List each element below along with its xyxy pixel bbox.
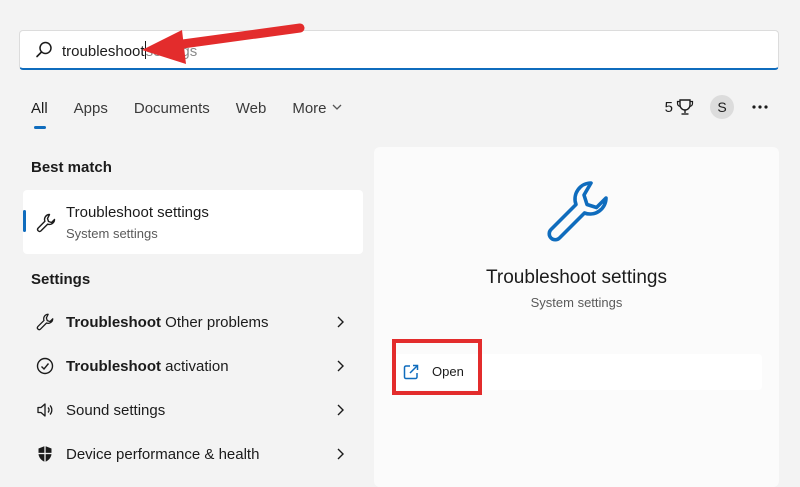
list-item-label: Troubleshoot activation (66, 358, 333, 375)
tab-apps-label: Apps (73, 100, 108, 117)
chevron-down-icon (332, 104, 341, 110)
list-item[interactable]: Device performance & health (23, 432, 363, 476)
list-item[interactable]: Troubleshoot Other problems (23, 300, 363, 344)
tab-all-label: All (31, 100, 48, 117)
chevron-right-icon (337, 404, 344, 416)
rewards-points[interactable]: 5 (665, 98, 694, 116)
tab-documents[interactable]: Documents (134, 99, 210, 123)
search-input[interactable]: troubleshootsettings (62, 41, 197, 62)
wrench-icon (36, 213, 56, 233)
list-item[interactable]: Troubleshoot activation (23, 344, 363, 388)
best-match-result[interactable]: Troubleshoot settings System settings (23, 190, 363, 254)
tab-web-label: Web (235, 100, 267, 117)
list-item-rest: activation (161, 357, 229, 375)
rewards-count: 5 (664, 98, 673, 116)
wrench-icon (547, 181, 608, 242)
trophy-icon (676, 99, 694, 115)
chevron-right-icon (337, 316, 344, 328)
preview-panel: Troubleshoot settings System settings Op… (374, 147, 779, 487)
list-item-rest: Other problems (161, 313, 269, 331)
list-item-rest: Device performance & health (66, 445, 260, 463)
open-external-icon (403, 364, 419, 380)
chevron-right-icon (337, 448, 344, 460)
search-suggestion: settings (145, 43, 198, 60)
preview-subtitle: System settings (530, 295, 623, 310)
tab-web[interactable]: Web (236, 99, 267, 123)
list-item-bold: Troubleshoot (66, 313, 161, 331)
open-button[interactable]: Open (392, 354, 762, 390)
list-item-label: Troubleshoot Other problems (66, 314, 333, 331)
preview-title: Troubleshoot settings (486, 267, 667, 288)
speaker-icon (37, 403, 53, 417)
avatar[interactable]: S (710, 95, 734, 119)
avatar-initial: S (717, 99, 727, 115)
check-circle-icon (36, 357, 54, 375)
list-item-rest: Sound settings (66, 401, 166, 419)
selection-indicator (23, 210, 26, 232)
tab-documents-label: Documents (133, 100, 210, 117)
shield-icon (38, 446, 52, 462)
filter-tabs: All Apps Documents Web More (31, 99, 342, 129)
tab-apps[interactable]: Apps (74, 99, 108, 123)
wrench-icon (36, 313, 54, 331)
more-options-icon[interactable] (750, 97, 770, 117)
search-typed-text: troubleshoot (62, 43, 145, 60)
list-item-label: Device performance & health (66, 446, 333, 463)
best-match-title: Troubleshoot settings (66, 204, 209, 221)
header-tools: 5 S (665, 95, 770, 119)
list-item-bold: Troubleshoot (66, 357, 161, 375)
chevron-right-icon (337, 360, 344, 372)
list-item[interactable]: Sound settings (23, 388, 363, 432)
tab-more[interactable]: More (292, 99, 341, 123)
search-box[interactable]: troubleshootsettings (19, 30, 779, 70)
tab-more-label: More (292, 100, 327, 117)
settings-heading: Settings (31, 271, 91, 288)
best-match-heading: Best match (31, 159, 112, 176)
best-match-subtitle: System settings (66, 226, 158, 241)
open-label: Open (432, 364, 464, 379)
tab-all[interactable]: All (31, 99, 48, 129)
search-icon (36, 41, 52, 58)
list-item-label: Sound settings (66, 402, 333, 419)
